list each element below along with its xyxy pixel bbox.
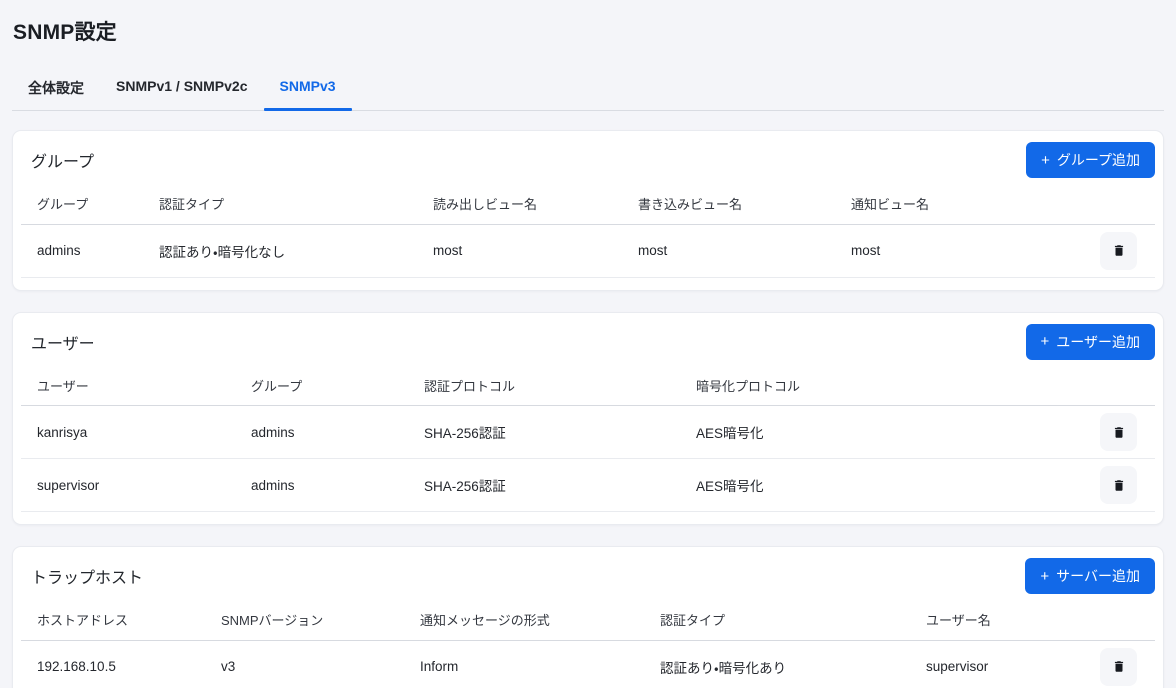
column-header: ホストアドレス bbox=[21, 600, 221, 640]
auth-protocol-cell: SHA-256認証 bbox=[424, 406, 696, 459]
column-header: グループ bbox=[21, 184, 159, 224]
trash-icon bbox=[1112, 425, 1126, 440]
table-row: kanrisya admins SHA-256認証 AES暗号化 bbox=[21, 406, 1155, 459]
column-header-actions bbox=[1099, 366, 1155, 406]
trap-host-card: トラップホスト + サーバー追加 ホストアドレス SNMPバージョン 通知メッセ… bbox=[12, 546, 1164, 688]
trash-icon bbox=[1112, 659, 1126, 674]
user-table: ユーザー グループ 認証プロトコル 暗号化プロトコル kanrisya admi… bbox=[21, 366, 1155, 513]
add-user-button-label: ユーザー追加 bbox=[1056, 332, 1140, 352]
column-header: 通知メッセージの形式 bbox=[420, 600, 660, 640]
group-cell: admins bbox=[251, 406, 424, 459]
snmp-settings-page: SNMP設定 全体設定 SNMPv1 / SNMPv2c SNMPv3 グループ… bbox=[0, 0, 1176, 688]
group-cell: admins bbox=[251, 459, 424, 512]
user-name-cell: supervisor bbox=[926, 640, 1099, 688]
read-view-cell: most bbox=[433, 224, 638, 277]
column-header: 通知ビュー名 bbox=[851, 184, 1099, 224]
table-row: admins 認証あり・暗号化なし most most most bbox=[21, 224, 1155, 277]
column-header: 認証プロトコル bbox=[424, 366, 696, 406]
tab-general-settings[interactable]: 全体設定 bbox=[12, 69, 100, 110]
tab-snmpv3[interactable]: SNMPv3 bbox=[264, 69, 352, 110]
trap-host-card-header: トラップホスト + サーバー追加 bbox=[21, 556, 1155, 600]
auth-protocol-cell: SHA-256認証 bbox=[424, 459, 696, 512]
plus-icon: + bbox=[1040, 569, 1049, 584]
group-table: グループ 認証タイプ 読み出しビュー名 書き込みビュー名 通知ビュー名 admi… bbox=[21, 184, 1155, 278]
privacy-protocol-cell: AES暗号化 bbox=[696, 459, 1099, 512]
plus-icon: + bbox=[1041, 153, 1050, 168]
table-row: 192.168.10.5 v3 Inform 認証あり・暗号化あり superv… bbox=[21, 640, 1155, 688]
tab-bar: 全体設定 SNMPv1 / SNMPv2c SNMPv3 bbox=[12, 69, 1164, 111]
write-view-cell: most bbox=[638, 224, 851, 277]
column-header: 書き込みビュー名 bbox=[638, 184, 851, 224]
host-address-cell: 192.168.10.5 bbox=[21, 640, 221, 688]
user-table-header-row: ユーザー グループ 認証プロトコル 暗号化プロトコル bbox=[21, 366, 1155, 406]
add-server-button-label: サーバー追加 bbox=[1056, 566, 1140, 586]
user-card: ユーザー + ユーザー追加 ユーザー グループ 認証プロトコル 暗号化プロトコル bbox=[12, 312, 1164, 526]
column-header: 読み出しビュー名 bbox=[433, 184, 638, 224]
trap-host-table-header-row: ホストアドレス SNMPバージョン 通知メッセージの形式 認証タイプ ユーザー名 bbox=[21, 600, 1155, 640]
user-card-header: ユーザー + ユーザー追加 bbox=[21, 322, 1155, 366]
notification-format-cell: Inform bbox=[420, 640, 660, 688]
add-server-button[interactable]: + サーバー追加 bbox=[1025, 558, 1155, 594]
plus-icon: + bbox=[1041, 334, 1050, 349]
page-title: SNMP設定 bbox=[13, 16, 1164, 46]
user-name-cell: supervisor bbox=[21, 459, 251, 512]
tab-snmpv1-v2c[interactable]: SNMPv1 / SNMPv2c bbox=[100, 69, 264, 110]
column-header: SNMPバージョン bbox=[221, 600, 420, 640]
group-card: グループ + グループ追加 グループ 認証タイプ 読み出しビュー名 書き込みビュ bbox=[12, 130, 1164, 291]
privacy-protocol-cell: AES暗号化 bbox=[696, 406, 1099, 459]
trash-icon bbox=[1112, 243, 1126, 258]
trash-icon bbox=[1112, 478, 1126, 493]
notify-view-cell: most bbox=[851, 224, 1099, 277]
column-header: 認証タイプ bbox=[159, 184, 433, 224]
column-header-actions bbox=[1099, 600, 1155, 640]
auth-type-cell: 認証あり・暗号化あり bbox=[660, 640, 926, 688]
column-header: 暗号化プロトコル bbox=[696, 366, 1099, 406]
delete-user-button[interactable] bbox=[1100, 466, 1137, 504]
user-card-title: ユーザー bbox=[31, 330, 95, 354]
snmp-version-cell: v3 bbox=[221, 640, 420, 688]
add-group-button-label: グループ追加 bbox=[1057, 150, 1140, 170]
column-header-actions bbox=[1099, 184, 1155, 224]
card-list: グループ + グループ追加 グループ 認証タイプ 読み出しビュー名 書き込みビュ bbox=[12, 130, 1164, 688]
delete-group-button[interactable] bbox=[1100, 232, 1137, 270]
delete-server-button[interactable] bbox=[1100, 648, 1137, 686]
user-name-cell: kanrisya bbox=[21, 406, 251, 459]
column-header: ユーザー名 bbox=[926, 600, 1099, 640]
group-name-cell: admins bbox=[21, 224, 159, 277]
column-header: グループ bbox=[251, 366, 424, 406]
column-header: ユーザー bbox=[21, 366, 251, 406]
group-table-header-row: グループ 認証タイプ 読み出しビュー名 書き込みビュー名 通知ビュー名 bbox=[21, 184, 1155, 224]
trap-host-card-title: トラップホスト bbox=[31, 564, 143, 588]
add-group-button[interactable]: + グループ追加 bbox=[1026, 142, 1155, 178]
group-card-header: グループ + グループ追加 bbox=[21, 140, 1155, 184]
delete-user-button[interactable] bbox=[1100, 413, 1137, 451]
auth-type-cell: 認証あり・暗号化なし bbox=[159, 224, 433, 277]
trap-host-table: ホストアドレス SNMPバージョン 通知メッセージの形式 認証タイプ ユーザー名… bbox=[21, 600, 1155, 688]
table-row: supervisor admins SHA-256認証 AES暗号化 bbox=[21, 459, 1155, 512]
column-header: 認証タイプ bbox=[660, 600, 926, 640]
group-card-title: グループ bbox=[31, 148, 94, 172]
add-user-button[interactable]: + ユーザー追加 bbox=[1026, 324, 1156, 360]
